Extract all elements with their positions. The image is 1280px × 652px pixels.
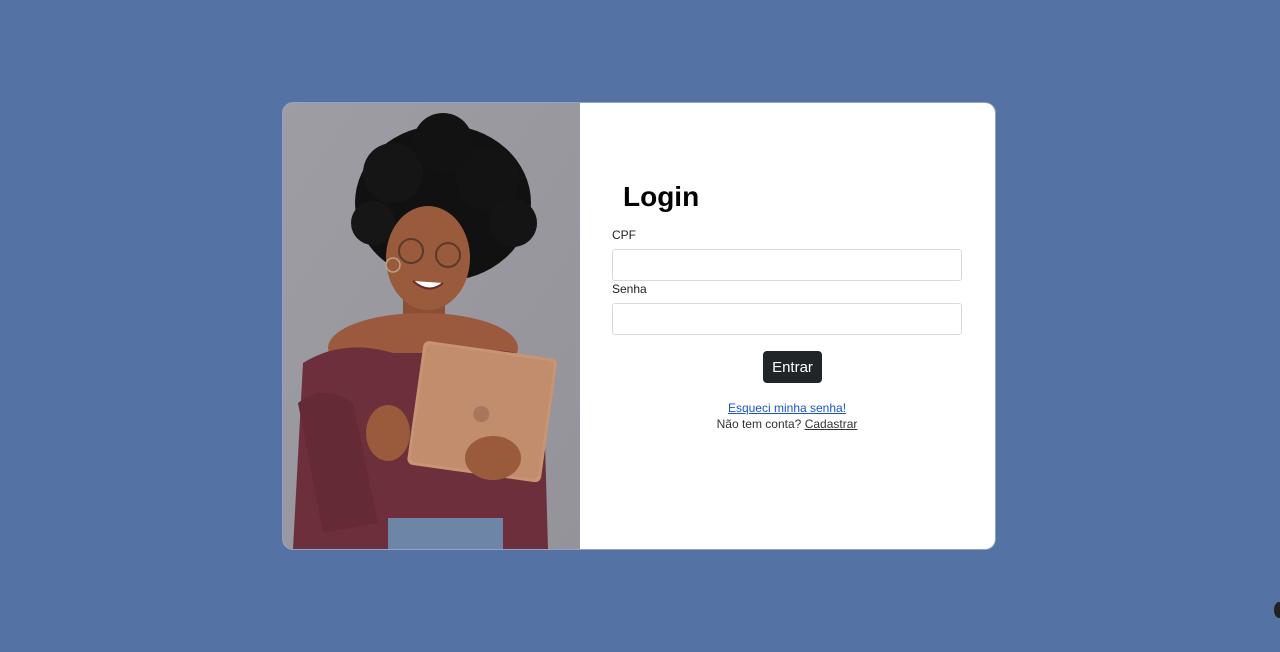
corner-dot-icon (1274, 602, 1280, 618)
cpf-field[interactable] (612, 249, 962, 281)
page-title: Login (623, 181, 700, 212)
auth-links: Esqueci minha senha! Não tem conta? Cada… (580, 400, 994, 432)
login-card: Login CPF Senha Entrar Esqueci minha sen… (283, 103, 995, 549)
entrar-button[interactable]: Entrar (763, 351, 822, 383)
login-form: Login CPF Senha Entrar Esqueci minha sen… (580, 103, 995, 549)
signup-link[interactable]: Cadastrar (805, 417, 858, 431)
no-account-text: Não tem conta? (716, 417, 802, 431)
senha-field[interactable] (612, 303, 962, 335)
cpf-label: CPF (612, 228, 636, 242)
senha-label: Senha (612, 282, 647, 296)
woman-with-tablet-photo (283, 103, 580, 549)
forgot-password-link[interactable]: Esqueci minha senha! (728, 401, 846, 415)
